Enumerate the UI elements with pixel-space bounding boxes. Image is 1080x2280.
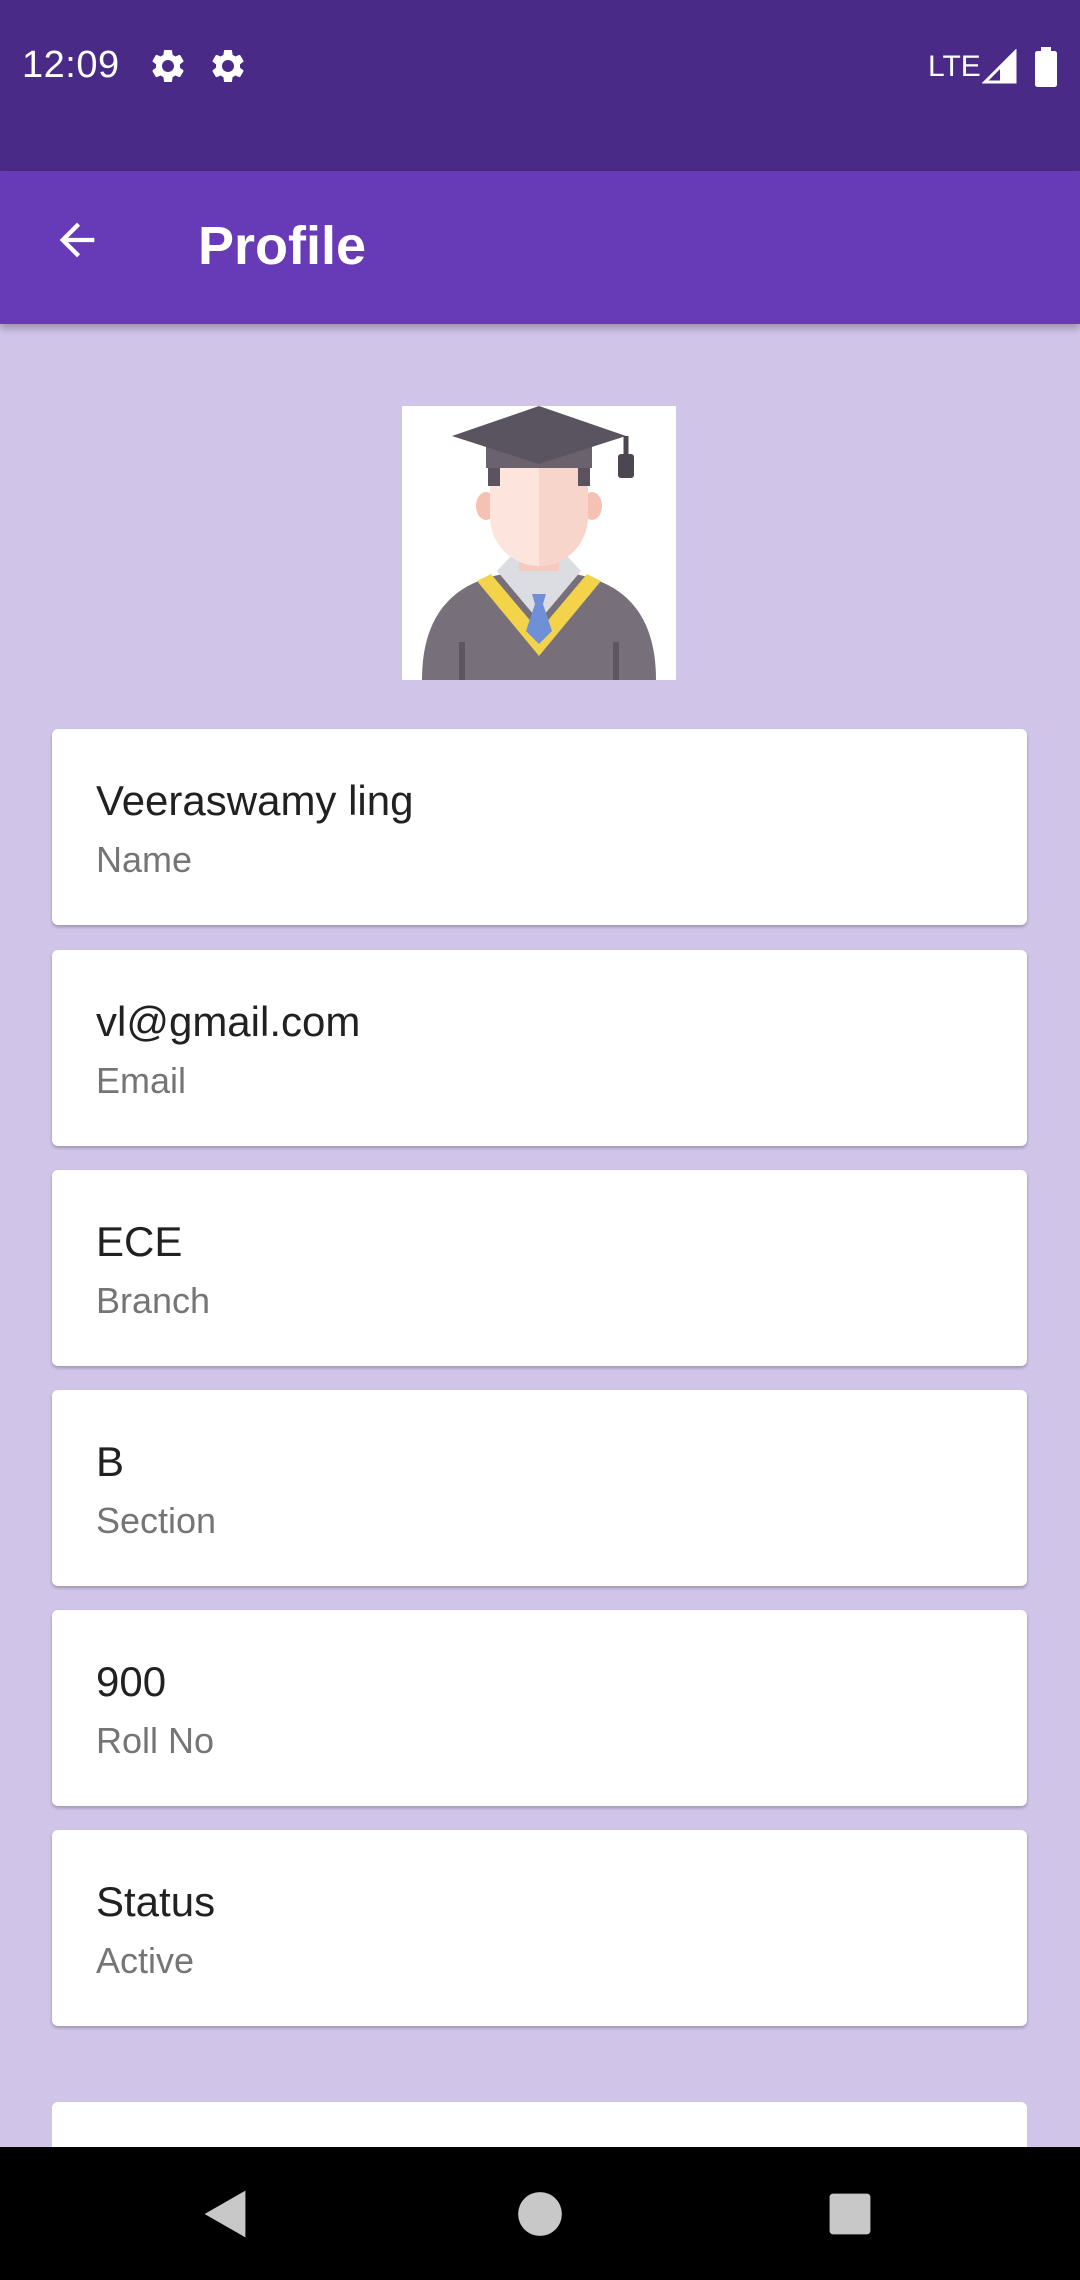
- home-circle-icon[interactable]: [505, 2179, 575, 2249]
- card-value: 900: [96, 1658, 167, 1705]
- recents-square-icon[interactable]: [815, 2179, 885, 2249]
- card-label: Branch: [96, 1280, 211, 1321]
- profile-card-branch: ECE Branch: [52, 1170, 1027, 1366]
- card-label: Active: [96, 1940, 195, 1981]
- card-value: Veeraswamy ling: [96, 777, 414, 824]
- avatar: [402, 406, 676, 680]
- card-value: Status: [96, 1878, 216, 1925]
- profile-card-name: Veeraswamy ling Name: [52, 729, 1027, 925]
- profile-card-partial: [52, 2102, 1027, 2147]
- battery-icon: [1035, 47, 1057, 87]
- back-button[interactable]: [40, 203, 114, 277]
- status-bar: 12:09 LTE: [0, 0, 1080, 171]
- card-label: Email: [96, 1060, 187, 1101]
- app-bar: Profile: [0, 171, 1080, 324]
- arrow-back-icon: [59, 222, 95, 258]
- card-value: ECE: [96, 1218, 183, 1265]
- card-label: Roll No: [96, 1720, 215, 1761]
- card-value: vl@gmail.com: [96, 998, 361, 1045]
- profile-card-section: B Section: [52, 1390, 1027, 1586]
- profile-card-status: Status Active: [52, 1830, 1027, 2026]
- profile-card-email: vl@gmail.com Email: [52, 950, 1027, 1146]
- graduate-avatar-icon: [422, 406, 656, 680]
- card-label: Section: [96, 1500, 217, 1541]
- status-time: 12:09: [22, 44, 120, 86]
- card-label: Name: [96, 839, 193, 880]
- gear-icon: [212, 49, 244, 82]
- back-triangle-icon[interactable]: [190, 2179, 260, 2249]
- card-value: B: [96, 1438, 125, 1485]
- profile-card-roll-no: 900 Roll No: [52, 1610, 1027, 1806]
- gear-icon: [152, 49, 184, 82]
- page-title: Profile: [198, 216, 367, 276]
- signal-icon: [982, 49, 1017, 84]
- profile-content[interactable]: Veeraswamy ling Name vl@gmail.com Email …: [0, 324, 1080, 2147]
- system-nav-bar: [0, 2147, 1080, 2280]
- network-type: LTE: [928, 50, 981, 83]
